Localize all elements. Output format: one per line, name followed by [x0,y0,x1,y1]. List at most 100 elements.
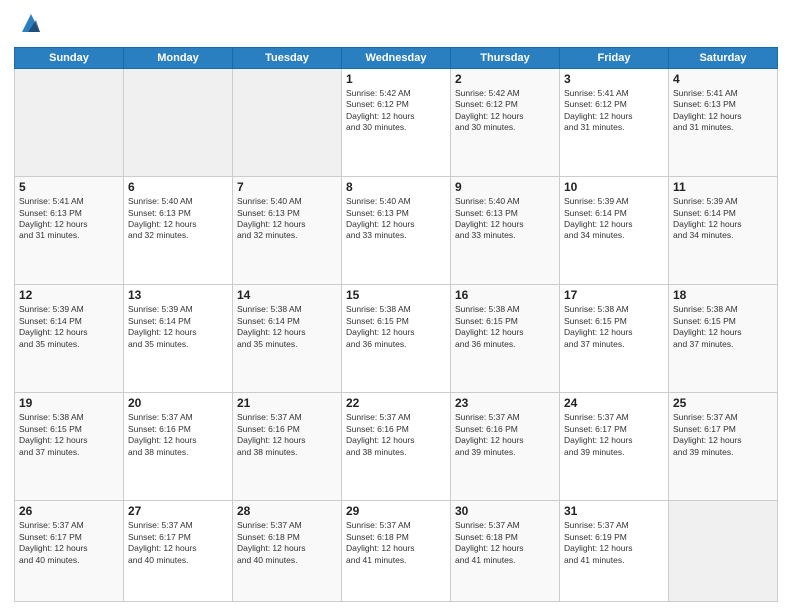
day-number: 30 [455,504,555,518]
cell-info: Sunrise: 5:42 AM Sunset: 6:12 PM Dayligh… [346,88,446,134]
day-number: 23 [455,396,555,410]
cell-info: Sunrise: 5:37 AM Sunset: 6:18 PM Dayligh… [455,520,555,566]
day-number: 5 [19,180,119,194]
calendar-cell: 25 Sunrise: 5:37 AM Sunset: 6:17 PM Dayli… [669,393,778,501]
weekday-header: Tuesday [233,48,342,69]
weekday-header: Monday [124,48,233,69]
calendar-cell: 11 Sunrise: 5:39 AM Sunset: 6:14 PM Dayli… [669,177,778,285]
cell-info: Sunrise: 5:42 AM Sunset: 6:12 PM Dayligh… [455,88,555,134]
logo [14,10,44,41]
cell-info: Sunrise: 5:38 AM Sunset: 6:15 PM Dayligh… [19,412,119,458]
day-number: 11 [673,180,773,194]
cell-info: Sunrise: 5:37 AM Sunset: 6:16 PM Dayligh… [128,412,228,458]
day-number: 4 [673,72,773,86]
calendar-cell: 14Sunrise: 5:38 AM Sunset: 6:14 PM Dayli… [233,285,342,393]
day-number: 22 [346,396,446,410]
day-number: 2 [455,72,555,86]
calendar-cell: 5 Sunrise: 5:41 AM Sunset: 6:13 PM Daylig… [15,177,124,285]
cell-info: Sunrise: 5:38 AM Sunset: 6:15 PM Dayligh… [564,304,664,350]
cell-info: Sunrise: 5:37 AM Sunset: 6:17 PM Dayligh… [128,520,228,566]
calendar-cell: 9 Sunrise: 5:40 AM Sunset: 6:13 PM Daylig… [451,177,560,285]
cell-info: Sunrise: 5:37 AM Sunset: 6:18 PM Dayligh… [237,520,337,566]
day-number: 27 [128,504,228,518]
calendar-cell: 16 Sunrise: 5:38 AM Sunset: 6:15 PM Dayli… [451,285,560,393]
calendar-cell: 3 Sunrise: 5:41 AM Sunset: 6:12 PM Daylig… [560,69,669,177]
cell-info: Sunrise: 5:39 AM Sunset: 6:14 PM Dayligh… [564,196,664,242]
calendar-cell: 27 Sunrise: 5:37 AM Sunset: 6:17 PM Dayli… [124,501,233,602]
week-row: 26Sunrise: 5:37 AM Sunset: 6:17 PM Dayli… [15,501,778,602]
calendar-cell: 29 Sunrise: 5:37 AM Sunset: 6:18 PM Dayli… [342,501,451,602]
cell-info: Sunrise: 5:39 AM Sunset: 6:14 PM Dayligh… [128,304,228,350]
day-number: 15 [346,288,446,302]
cell-info: Sunrise: 5:41 AM Sunset: 6:12 PM Dayligh… [564,88,664,134]
weekday-header: Wednesday [342,48,451,69]
week-row: 5 Sunrise: 5:41 AM Sunset: 6:13 PM Daylig… [15,177,778,285]
calendar-cell [669,501,778,602]
weekday-header: Thursday [451,48,560,69]
calendar-cell [233,69,342,177]
day-number: 8 [346,180,446,194]
cell-info: Sunrise: 5:40 AM Sunset: 6:13 PM Dayligh… [455,196,555,242]
week-row: 1 Sunrise: 5:42 AM Sunset: 6:12 PM Daylig… [15,69,778,177]
cell-info: Sunrise: 5:37 AM Sunset: 6:17 PM Dayligh… [564,412,664,458]
weekday-header: Sunday [15,48,124,69]
calendar-cell: 2 Sunrise: 5:42 AM Sunset: 6:12 PM Daylig… [451,69,560,177]
cell-info: Sunrise: 5:38 AM Sunset: 6:15 PM Dayligh… [455,304,555,350]
calendar-cell: 31 Sunrise: 5:37 AM Sunset: 6:19 PM Dayli… [560,501,669,602]
cell-info: Sunrise: 5:41 AM Sunset: 6:13 PM Dayligh… [19,196,119,242]
day-number: 1 [346,72,446,86]
day-number: 16 [455,288,555,302]
day-number: 9 [455,180,555,194]
cell-info: Sunrise: 5:41 AM Sunset: 6:13 PM Dayligh… [673,88,773,134]
calendar-cell: 13 Sunrise: 5:39 AM Sunset: 6:14 PM Dayli… [124,285,233,393]
day-number: 24 [564,396,664,410]
calendar-cell: 21Sunrise: 5:37 AM Sunset: 6:16 PM Dayli… [233,393,342,501]
day-number: 29 [346,504,446,518]
day-number: 13 [128,288,228,302]
calendar-cell: 4 Sunrise: 5:41 AM Sunset: 6:13 PM Daylig… [669,69,778,177]
day-number: 14 [237,288,337,302]
calendar-cell [124,69,233,177]
logo-icon [18,10,44,36]
day-number: 20 [128,396,228,410]
cell-info: Sunrise: 5:37 AM Sunset: 6:16 PM Dayligh… [455,412,555,458]
cell-info: Sunrise: 5:40 AM Sunset: 6:13 PM Dayligh… [346,196,446,242]
calendar-cell: 19 Sunrise: 5:38 AM Sunset: 6:15 PM Dayli… [15,393,124,501]
day-number: 18 [673,288,773,302]
day-number: 25 [673,396,773,410]
cell-info: Sunrise: 5:38 AM Sunset: 6:15 PM Dayligh… [346,304,446,350]
calendar-cell: 7Sunrise: 5:40 AM Sunset: 6:13 PM Daylig… [233,177,342,285]
cell-info: Sunrise: 5:37 AM Sunset: 6:17 PM Dayligh… [673,412,773,458]
calendar-cell: 18 Sunrise: 5:38 AM Sunset: 6:15 PM Dayli… [669,285,778,393]
day-number: 17 [564,288,664,302]
weekday-header-row: SundayMondayTuesdayWednesdayThursdayFrid… [15,48,778,69]
weekday-header: Friday [560,48,669,69]
calendar-cell [15,69,124,177]
cell-info: Sunrise: 5:39 AM Sunset: 6:14 PM Dayligh… [673,196,773,242]
calendar-cell: 30 Sunrise: 5:37 AM Sunset: 6:18 PM Dayli… [451,501,560,602]
day-number: 7 [237,180,337,194]
calendar-cell: 6Sunrise: 5:40 AM Sunset: 6:13 PM Daylig… [124,177,233,285]
day-number: 21 [237,396,337,410]
calendar-cell: 12Sunrise: 5:39 AM Sunset: 6:14 PM Dayli… [15,285,124,393]
calendar-cell: 26Sunrise: 5:37 AM Sunset: 6:17 PM Dayli… [15,501,124,602]
week-row: 12Sunrise: 5:39 AM Sunset: 6:14 PM Dayli… [15,285,778,393]
calendar-page: SundayMondayTuesdayWednesdayThursdayFrid… [0,0,792,612]
calendar-cell: 24 Sunrise: 5:37 AM Sunset: 6:17 PM Dayli… [560,393,669,501]
day-number: 28 [237,504,337,518]
day-number: 31 [564,504,664,518]
calendar-table: SundayMondayTuesdayWednesdayThursdayFrid… [14,47,778,602]
cell-info: Sunrise: 5:38 AM Sunset: 6:15 PM Dayligh… [673,304,773,350]
calendar-cell: 17 Sunrise: 5:38 AM Sunset: 6:15 PM Dayli… [560,285,669,393]
cell-info: Sunrise: 5:39 AM Sunset: 6:14 PM Dayligh… [19,304,119,350]
cell-info: Sunrise: 5:37 AM Sunset: 6:18 PM Dayligh… [346,520,446,566]
cell-info: Sunrise: 5:37 AM Sunset: 6:17 PM Dayligh… [19,520,119,566]
cell-info: Sunrise: 5:37 AM Sunset: 6:19 PM Dayligh… [564,520,664,566]
calendar-cell: 20 Sunrise: 5:37 AM Sunset: 6:16 PM Dayli… [124,393,233,501]
calendar-cell: 10Sunrise: 5:39 AM Sunset: 6:14 PM Dayli… [560,177,669,285]
day-number: 19 [19,396,119,410]
day-number: 3 [564,72,664,86]
calendar-cell: 1 Sunrise: 5:42 AM Sunset: 6:12 PM Daylig… [342,69,451,177]
header [14,10,778,41]
cell-info: Sunrise: 5:40 AM Sunset: 6:13 PM Dayligh… [128,196,228,242]
